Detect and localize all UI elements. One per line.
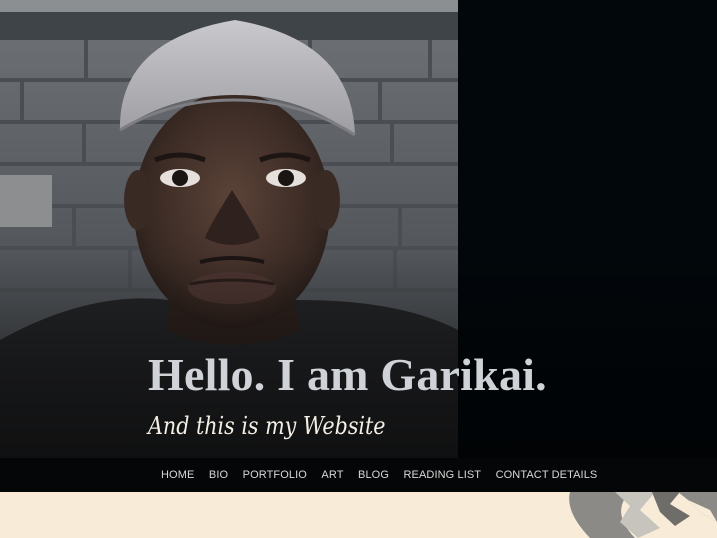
nav-items: HOME BIO PORTFOLIO ART BLOG READING LIST… (161, 458, 612, 492)
nav-item-portfolio[interactable]: PORTFOLIO (243, 458, 307, 492)
content-section (0, 492, 717, 538)
nav-item-bio[interactable]: BIO (209, 458, 228, 492)
nav-item-blog[interactable]: BLOG (358, 458, 389, 492)
nav-item-home[interactable]: HOME (161, 458, 194, 492)
decorative-graphic (560, 492, 717, 538)
hero-headline: Hello. I am Garikai. (148, 349, 547, 400)
nav-item-contact-details[interactable]: CONTACT DETAILS (496, 458, 598, 492)
nav-item-art[interactable]: ART (321, 458, 343, 492)
hero-section: Hello. I am Garikai. And this is my Webs… (0, 0, 717, 458)
nav-item-reading-list[interactable]: READING LIST (404, 458, 482, 492)
hero-subtitle: And this is my Website (148, 412, 386, 440)
main-navigation: HOME BIO PORTFOLIO ART BLOG READING LIST… (0, 458, 717, 492)
